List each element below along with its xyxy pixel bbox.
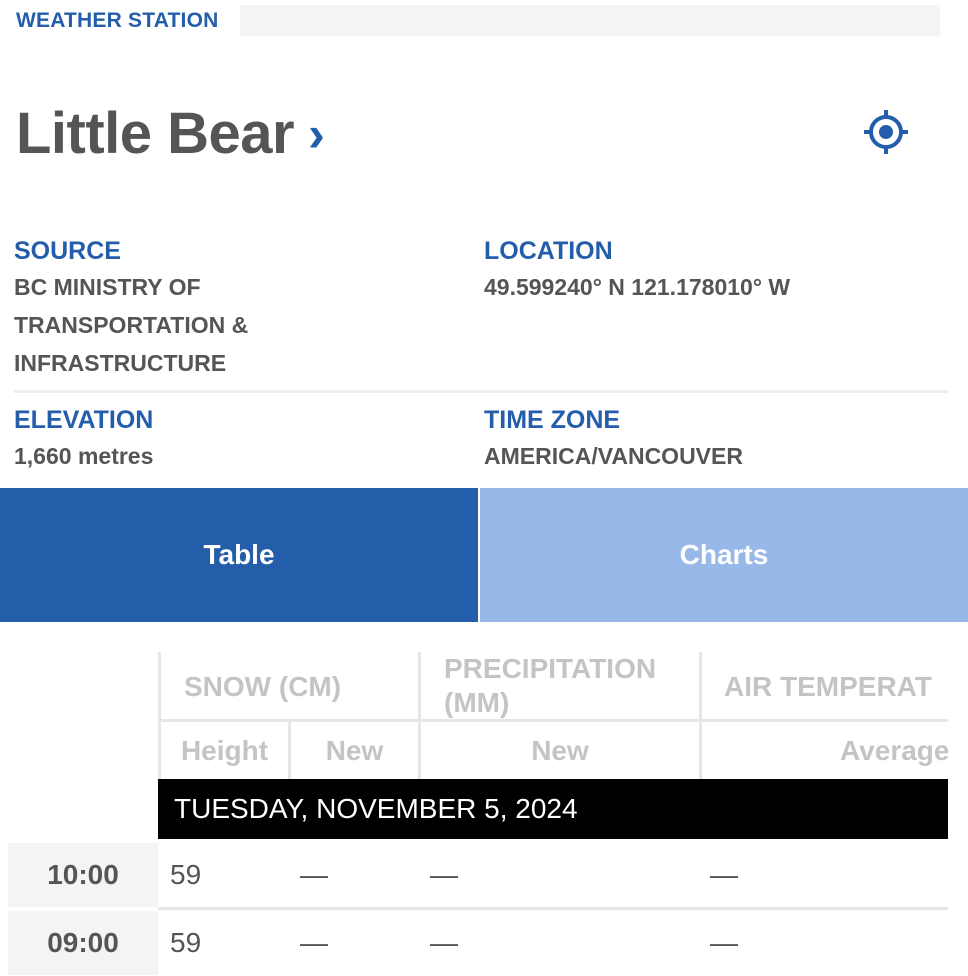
timezone-block: TIME ZONE AMERICA/VANCOUVER (484, 403, 924, 475)
section-header-bar: WEATHER STATION (16, 5, 940, 36)
timezone-label: TIME ZONE (484, 406, 621, 434)
elevation-block: ELEVATION 1,660 metres (14, 403, 454, 475)
tab-charts[interactable]: Charts (480, 488, 968, 622)
elevation-label: ELEVATION (14, 406, 154, 434)
row-air-average: — (710, 859, 738, 890)
view-tabs: Table Charts (0, 488, 968, 622)
observations-table[interactable]: SNOW (CM) PRECIPITATION (MM) AIR TEMPERA… (0, 622, 968, 976)
row-divider (158, 907, 948, 910)
row-time: 10:00 (8, 843, 158, 907)
header-precipitation-unit: (MM) (444, 687, 510, 718)
date-band: TUESDAY, NOVEMBER 5, 2024 (158, 779, 948, 839)
elevation-value: 1,660 metres (14, 443, 154, 469)
chevron-right-icon[interactable]: › (308, 99, 325, 169)
location-block: LOCATION 49.599240° N 121.178010° W (484, 234, 924, 306)
header-air-temperature: AIR TEMPERAT (724, 671, 932, 702)
header-snow: SNOW (CM) (184, 671, 342, 702)
header-precipitation: PRECIPITATION (444, 653, 657, 684)
station-title-row[interactable]: Little Bear › (16, 94, 325, 174)
row-snow-height: 59 (170, 859, 202, 890)
row-air-average: — (710, 927, 738, 958)
grid-line (699, 652, 702, 779)
source-value-line: BC MINISTRY OF (14, 274, 201, 300)
info-divider (14, 390, 948, 393)
location-label: LOCATION (484, 237, 613, 265)
subheader-snow-height[interactable]: Height (161, 722, 288, 779)
subheader-air-average[interactable]: Average (840, 722, 948, 779)
row-precip-new: — (430, 927, 458, 958)
source-label: SOURCE (14, 237, 121, 265)
row-snow-new: — (300, 927, 328, 958)
section-label: WEATHER STATION (16, 5, 241, 36)
subheader-precip-new[interactable]: New (421, 722, 699, 779)
tab-table[interactable]: Table (0, 488, 478, 622)
source-value-line: TRANSPORTATION & (14, 312, 249, 338)
timezone-value: AMERICA/VANCOUVER (484, 443, 743, 469)
source-value-line: INFRASTRUCTURE (14, 350, 227, 376)
row-time: 09:00 (8, 911, 158, 975)
station-name[interactable]: Little Bear (16, 99, 295, 169)
row-snow-height: 59 (170, 927, 202, 958)
subheader-snow-new[interactable]: New (291, 722, 418, 779)
locate-button[interactable] (860, 106, 912, 158)
crosshair-icon (864, 110, 908, 154)
location-value: 49.599240° N 121.178010° W (484, 274, 791, 300)
row-precip-new: — (430, 859, 458, 890)
source-block: SOURCE BC MINISTRY OF TRANSPORTATION & I… (14, 234, 454, 382)
row-snow-new: — (300, 859, 328, 890)
